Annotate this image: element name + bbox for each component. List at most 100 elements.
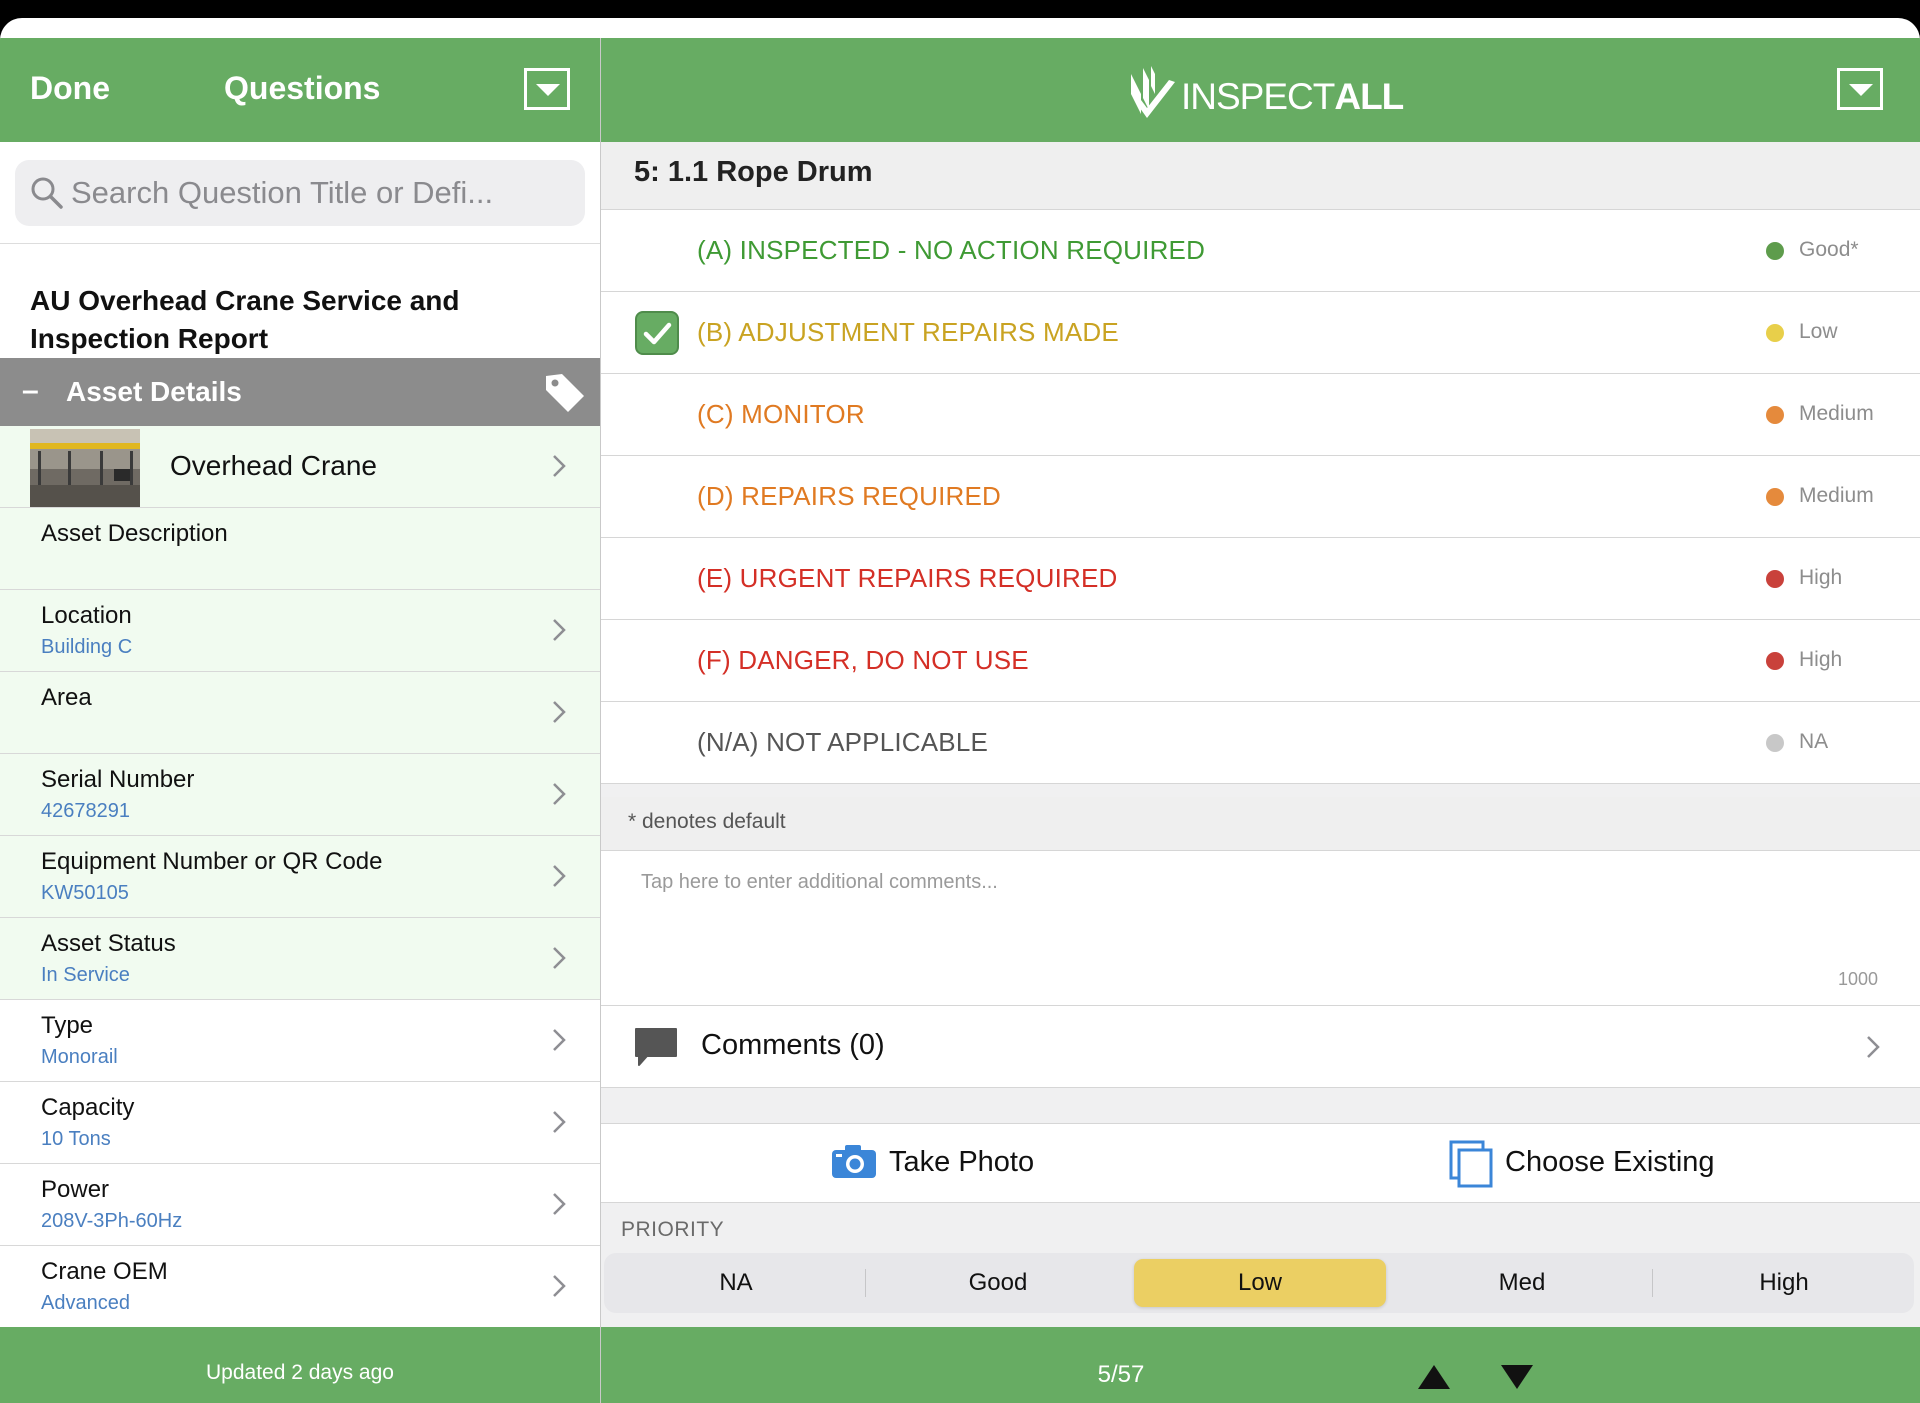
section-title: Asset Details: [66, 376, 242, 407]
take-photo-label: Take Photo: [889, 1146, 1035, 1178]
field-row-asset-status[interactable]: Asset Status In Service: [0, 918, 600, 1000]
field-row-serial-number[interactable]: Serial Number 42678291: [0, 754, 600, 836]
questions-footer: Updated 2 days ago: [0, 1327, 600, 1403]
priority-dot: [1766, 324, 1784, 342]
answer-option[interactable]: (D) REPAIRS REQUIRED Medium: [601, 456, 1920, 538]
chevron-right-icon: [553, 865, 566, 887]
question-title: 5: 1.1 Rope Drum: [634, 156, 873, 188]
field-label: Location: [41, 602, 132, 629]
comment-bubble-icon: [635, 1028, 677, 1066]
comments-row[interactable]: Comments (0): [601, 1006, 1920, 1088]
field-value: Monorail: [41, 1046, 118, 1068]
character-limit: 1000: [1837, 969, 1878, 989]
choose-existing-button[interactable]: Choose Existing: [1449, 1140, 1809, 1188]
done-button[interactable]: Done: [30, 70, 110, 107]
arrow-up-icon[interactable]: [1415, 1361, 1453, 1393]
field-row-location[interactable]: Location Building C: [0, 590, 600, 672]
dropdown-icon[interactable]: [1837, 68, 1883, 110]
priority-dot: [1766, 570, 1784, 588]
priority-segment-na[interactable]: NA: [610, 1259, 862, 1307]
priority-dot: [1766, 734, 1784, 752]
report-title: AU Overhead Crane Service and Inspection…: [30, 285, 460, 354]
field-label: Area: [41, 684, 92, 711]
checkmark-icon: [635, 311, 679, 355]
asset-name: Overhead Crane: [170, 450, 378, 481]
answer-option[interactable]: (F) DANGER, DO NOT USE High: [601, 620, 1920, 702]
field-row-equipment-number[interactable]: Equipment Number or QR Code KW50105: [0, 836, 600, 918]
section-header-asset-details[interactable]: – Asset Details: [0, 358, 600, 426]
search-field: [15, 160, 585, 226]
detail-footer: 5/57: [601, 1327, 1920, 1403]
priority-segment-low[interactable]: Low: [1134, 1259, 1386, 1307]
field-row-capacity[interactable]: Capacity 10 Tons: [0, 1082, 600, 1164]
priority-segment-high[interactable]: High: [1658, 1259, 1910, 1307]
chevron-right-icon: [553, 1275, 566, 1297]
field-row-type[interactable]: Type Monorail: [0, 1000, 600, 1082]
tag-icon[interactable]: [542, 370, 588, 416]
field-value: In Service: [41, 964, 130, 986]
search-bar: [0, 142, 600, 244]
questions-title: Questions: [224, 70, 381, 106]
priority-dot: [1766, 488, 1784, 506]
photo-actions: Take Photo Choose Existing: [601, 1123, 1920, 1203]
priority-label: NA: [1799, 730, 1829, 753]
chevron-right-icon: [553, 783, 566, 805]
field-label: Capacity: [41, 1094, 135, 1121]
field-value: 42678291: [41, 800, 130, 822]
chevron-right-icon: [553, 619, 566, 641]
take-photo-button[interactable]: Take Photo: [831, 1140, 1131, 1188]
chevron-right-icon: [553, 1193, 566, 1215]
logo-wordmark: INSPECTALL: [1181, 76, 1404, 117]
field-label: Type: [41, 1012, 94, 1039]
priority-dot: [1766, 652, 1784, 670]
answer-option[interactable]: (E) URGENT REPAIRS REQUIRED High: [601, 538, 1920, 620]
field-row-asset-description[interactable]: Asset Description: [0, 508, 600, 590]
collapse-toggle[interactable]: –: [22, 374, 39, 408]
priority-segment-good[interactable]: Good: [872, 1259, 1124, 1307]
field-label: Asset Description: [41, 520, 228, 547]
answer-text: (C) MONITOR: [697, 399, 865, 429]
dropdown-icon[interactable]: [524, 68, 570, 110]
field-row-power[interactable]: Power 208V-3Ph-60Hz: [0, 1164, 600, 1246]
chevron-right-icon: [553, 1111, 566, 1133]
arrow-down-icon[interactable]: [1498, 1361, 1536, 1393]
question-header: 5: 1.1 Rope Drum: [601, 142, 1920, 210]
updated-status: Updated 2 days ago: [206, 1361, 394, 1384]
camera-icon: [832, 1145, 876, 1178]
segment-divider: [1652, 1269, 1653, 1297]
asset-row[interactable]: Overhead Crane: [0, 426, 600, 508]
detail-header: INSPECTALL: [601, 38, 1920, 142]
priority-segmented-control: NA Good Low Med High: [604, 1253, 1914, 1313]
answer-option[interactable]: (N/A) NOT APPLICABLE NA: [601, 702, 1920, 784]
page-indicator: 5/57: [1097, 1361, 1145, 1388]
priority-label: Medium: [1799, 484, 1874, 507]
priority-segment-med[interactable]: Med: [1396, 1259, 1648, 1307]
priority-dot: [1766, 242, 1784, 260]
field-label: Power: [41, 1176, 110, 1203]
default-note: * denotes default: [601, 797, 1920, 851]
asset-fields-list: Overhead Crane Asset Description Locatio…: [0, 426, 600, 1328]
answer-options: (A) INSPECTED - NO ACTION REQUIRED Good*…: [601, 210, 1920, 784]
answer-option[interactable]: (A) INSPECTED - NO ACTION REQUIRED Good*: [601, 210, 1920, 292]
answer-option[interactable]: (C) MONITOR Medium: [601, 374, 1920, 456]
answer-option[interactable]: (B) ADJUSTMENT REPAIRS MADE Low: [601, 292, 1920, 374]
field-label: Crane OEM: [41, 1258, 168, 1285]
field-row-area[interactable]: Area: [0, 672, 600, 754]
field-label: Equipment Number or QR Code: [41, 848, 383, 875]
field-value: 10 Tons: [41, 1128, 111, 1150]
segment-divider: [865, 1269, 866, 1297]
comments-textarea[interactable]: [641, 871, 1881, 961]
priority-label: High: [1799, 566, 1843, 589]
chevron-right-icon: [1867, 1036, 1880, 1058]
priority-label: Low: [1799, 320, 1838, 343]
field-value: 208V-3Ph-60Hz: [41, 1210, 183, 1232]
field-row-crane-oem[interactable]: Crane OEM Advanced: [0, 1246, 600, 1328]
answer-text: (E) URGENT REPAIRS REQUIRED: [697, 563, 1118, 593]
additional-comments: 1000: [601, 851, 1920, 1006]
search-icon: [31, 177, 63, 209]
field-value: KW50105: [41, 882, 129, 904]
logo-mark-icon: [1131, 66, 1175, 118]
field-value: Advanced: [41, 1292, 130, 1314]
search-input[interactable]: [71, 170, 571, 216]
comments-label: Comments (0): [701, 1029, 885, 1061]
